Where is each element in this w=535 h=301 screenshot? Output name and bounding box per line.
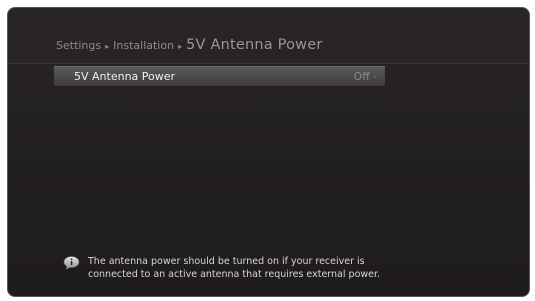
help-text-box: The antenna power should be turned on if… [63,255,403,281]
tv-menu-panel: Settings ▸ Installation ▸ 5V Antenna Pow… [7,7,530,297]
breadcrumb: Settings ▸ Installation ▸ 5V Antenna Pow… [56,37,322,61]
menu-item-value: Off [353,70,370,83]
breadcrumb-separator: ▸ [178,42,183,51]
breadcrumb-item-settings: Settings [56,39,102,52]
breadcrumb-separator: ▸ [105,42,110,51]
menu-item-label: 5V Antenna Power [74,70,176,83]
screen: Settings ▸ Installation ▸ 5V Antenna Pow… [0,0,535,301]
menu-item-value-selector[interactable]: Off › [354,70,377,83]
help-text-line-2: connected to an active antenna that requ… [88,269,381,280]
help-text-line-1: The antenna power should be turned on if… [88,256,365,267]
breadcrumb-item-installation: Installation [113,39,175,52]
page-title: 5V Antenna Power [186,37,323,53]
chevron-right-icon: › [373,72,377,81]
info-icon [63,256,80,270]
help-text: The antenna power should be turned on if… [88,255,380,281]
menu-item-5v-antenna-power[interactable]: 5V Antenna Power Off › [54,66,385,86]
header-divider [8,63,529,64]
